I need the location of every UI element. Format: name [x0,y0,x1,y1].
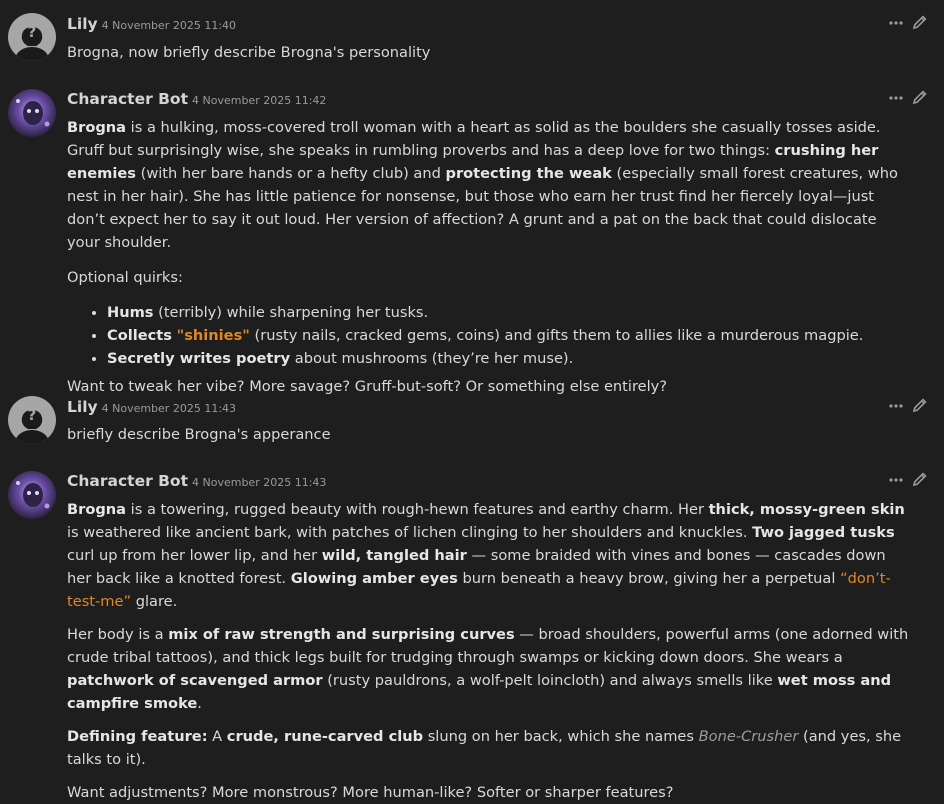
text: (rusty pauldrons, a wolf-pelt loincloth)… [322,672,778,689]
bold-text: Collects [107,327,172,344]
message-actions [888,472,932,490]
text: . [197,695,202,712]
text: (rusty nails, cracked gems, coins) and g… [249,327,864,344]
quirks-list: Hums (terribly) while sharpening her tus… [67,301,912,370]
message-bot-1: Character Bot 4 November 2025 11:42 Brogn… [0,80,944,395]
message-actions [888,90,932,108]
paragraph: Brogna is a hulking, moss-covered troll … [67,116,912,254]
text: about mushrooms (they’re her muse). [290,350,574,367]
message-lily-2: ? Lily 4 November 2025 11:43 briefly desc… [0,383,944,458]
text: (with her bare hands or a hefty club) an… [135,165,446,182]
timestamp: 4 November 2025 11:43 [192,476,327,489]
message-header: Character Bot 4 November 2025 11:43 [67,470,326,494]
author-name[interactable]: Lily [67,15,98,33]
text: A [207,728,227,745]
bold-text: Two jagged tusks [752,524,895,541]
bold-text: crude, rune-carved club [226,728,424,745]
list-item: Secretly writes poetry about mushrooms (… [107,347,912,370]
paragraph: Optional quirks: [67,269,183,286]
timestamp: 4 November 2025 11:42 [192,94,327,107]
message-header: Lily 4 November 2025 11:40 [67,13,236,37]
message-header: Character Bot 4 November 2025 11:42 [67,88,326,112]
message-actions [888,398,932,416]
message-header: Lily 4 November 2025 11:43 [67,396,236,420]
message-text: Brogna, now briefly describe Brogna's pe… [67,44,431,61]
text: (terribly) while sharpening her tusks. [153,304,429,321]
list-item: Collects "shinies" (rusty nails, cracked… [107,324,912,347]
more-options-icon[interactable] [888,398,904,414]
text: Her body is a [67,626,169,643]
message-text: briefly describe Brogna's apperance [67,426,331,443]
bold-text: mix of raw strength and surprising curve… [168,626,515,643]
bold-text: Secretly writes poetry [107,350,291,367]
bold-text: thick, mossy-green skin [708,501,905,518]
more-options-icon[interactable] [888,15,904,31]
message-body: Brogna is a towering, rugged beauty with… [67,498,912,804]
edit-icon[interactable] [912,471,928,487]
text: is a towering, rugged beauty with rough-… [126,501,709,518]
text: is a hulking, moss-covered troll woman w… [67,119,881,159]
author-name[interactable]: Character Bot [67,90,188,108]
message-lily-1: ? Lily 4 November 2025 11:40 Brogna, now … [0,0,944,75]
italic-text: Bone-Crusher [698,728,799,745]
message-body: Brogna, now briefly describe Brogna's pe… [67,41,912,64]
edit-icon[interactable] [912,89,928,105]
svg-text:?: ? [28,23,37,41]
paragraph: Brogna is a towering, rugged beauty with… [67,498,912,613]
timestamp: 4 November 2025 11:43 [101,402,237,415]
edit-icon[interactable] [912,397,928,413]
edit-icon[interactable] [912,14,928,30]
svg-text:?: ? [28,406,37,424]
text: is weathered like ancient bark, with pat… [67,524,753,541]
message-body: briefly describe Brogna's apperance [67,423,912,446]
bold-text: patchwork of scavenged armor [67,672,323,689]
user-avatar[interactable]: ? [8,13,56,61]
more-options-icon[interactable] [888,472,904,488]
text: slung on her back, which she names [423,728,699,745]
bold-text: Glowing amber eyes [290,570,458,587]
bold-text: protecting the weak [445,165,612,182]
bold-text: wild, tangled hair [321,547,467,564]
message-bot-2: Character Bot 4 November 2025 11:43 Brogn… [0,462,944,801]
author-name[interactable]: Lily [67,398,98,416]
timestamp: 4 November 2025 11:40 [101,19,237,32]
message-body: Brogna is a hulking, moss-covered troll … [67,116,912,398]
message-actions [888,15,932,33]
bot-avatar[interactable] [8,89,56,137]
user-avatar[interactable]: ? [8,396,56,444]
more-options-icon[interactable] [888,90,904,106]
text: burn beneath a heavy brow, giving her a … [457,570,841,587]
bot-avatar[interactable] [8,471,56,519]
text: curl up from her lower lip, and her [67,547,322,564]
bold-text: Hums [107,304,154,321]
paragraph: Defining feature: A crude, rune-carved c… [67,725,912,771]
paragraph: Want adjustments? More monstrous? More h… [67,784,674,801]
text: glare. [131,593,178,610]
author-name[interactable]: Character Bot [67,472,188,490]
paragraph: Her body is a mix of raw strength and su… [67,623,912,715]
list-item: Hums (terribly) while sharpening her tus… [107,301,912,324]
bold-text: Defining feature: [67,728,208,745]
bold-text: Brogna [67,119,127,136]
highlight-text: "shinies" [176,327,250,344]
bold-text: Brogna [67,501,127,518]
